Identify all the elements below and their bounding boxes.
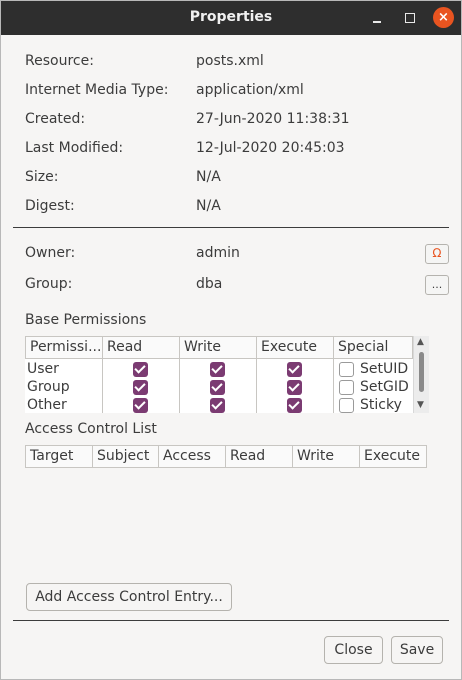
group-execute-checkbox[interactable]: [287, 380, 302, 395]
scroll-down-icon[interactable]: ▼: [417, 400, 424, 410]
minimize-icon[interactable]: [367, 8, 387, 28]
user-read-checkbox[interactable]: [133, 362, 148, 377]
column-divider: [102, 359, 103, 413]
close-button[interactable]: Close: [324, 636, 383, 664]
created-label: Created:: [25, 111, 86, 127]
other-read-checkbox[interactable]: [133, 398, 148, 413]
digest-value: N/A: [196, 198, 221, 214]
acl-title: Access Control List: [25, 421, 157, 437]
select-group-button[interactable]: ...: [425, 275, 449, 295]
user-execute-checkbox[interactable]: [287, 362, 302, 377]
sticky-checkbox[interactable]: [339, 398, 354, 413]
perm-row-other[interactable]: Other: [27, 397, 67, 413]
base-permissions-title: Base Permissions: [25, 312, 147, 328]
acl-col-execute[interactable]: Execute: [359, 445, 427, 468]
scroll-up-icon[interactable]: ▲: [417, 337, 424, 347]
col-header-permission[interactable]: Permissi...: [25, 336, 103, 359]
col-header-read[interactable]: Read: [102, 336, 180, 359]
acl-col-write[interactable]: Write: [292, 445, 360, 468]
owner-label: Owner:: [25, 245, 76, 261]
owner-value: admin: [196, 245, 240, 261]
save-button[interactable]: Save: [391, 636, 443, 664]
permissions-scrollbar[interactable]: ▲ ▼: [413, 336, 429, 413]
acl-col-access[interactable]: Access: [158, 445, 226, 468]
resource-value: posts.xml: [196, 53, 264, 69]
media-type-value: application/xml: [196, 82, 304, 98]
select-owner-button[interactable]: Ω: [425, 244, 449, 264]
title-bar[interactable]: Properties ×: [1, 1, 461, 35]
column-divider: [179, 359, 180, 413]
column-divider: [256, 359, 257, 413]
column-divider: [333, 359, 334, 413]
acl-col-read[interactable]: Read: [225, 445, 293, 468]
setgid-checkbox[interactable]: [339, 380, 354, 395]
footer-separator: [13, 620, 449, 621]
sticky-label: Sticky: [360, 397, 402, 413]
last-modified-label: Last Modified:: [25, 140, 124, 156]
properties-window: Properties × Resource: posts.xml Interne…: [0, 0, 462, 680]
user-icon: Ω: [432, 246, 442, 260]
group-value: dba: [196, 276, 223, 292]
group-read-checkbox[interactable]: [133, 380, 148, 395]
group-label: Group:: [25, 276, 73, 292]
perm-row-group[interactable]: Group: [27, 379, 70, 395]
digest-label: Digest:: [25, 198, 75, 214]
size-label: Size:: [25, 169, 59, 185]
setuid-label: SetUID: [360, 361, 409, 377]
perm-row-user[interactable]: User: [27, 361, 59, 377]
scroll-thumb[interactable]: [419, 352, 424, 392]
separator: [13, 227, 449, 228]
user-write-checkbox[interactable]: [210, 362, 225, 377]
col-header-special[interactable]: Special: [333, 336, 413, 359]
size-value: N/A: [196, 169, 221, 185]
created-value: 27-Jun-2020 11:38:31: [196, 111, 350, 127]
add-acl-entry-button[interactable]: Add Access Control Entry...: [26, 583, 232, 611]
group-write-checkbox[interactable]: [210, 380, 225, 395]
last-modified-value: 12-Jul-2020 20:45:03: [196, 140, 345, 156]
col-header-write[interactable]: Write: [179, 336, 257, 359]
col-header-execute[interactable]: Execute: [256, 336, 334, 359]
resource-label: Resource:: [25, 53, 94, 69]
window-title: Properties: [189, 9, 273, 25]
close-window-icon[interactable]: ×: [433, 7, 454, 28]
other-execute-checkbox[interactable]: [287, 398, 302, 413]
other-write-checkbox[interactable]: [210, 398, 225, 413]
maximize-icon[interactable]: [400, 8, 420, 28]
media-type-label: Internet Media Type:: [25, 82, 169, 98]
setgid-label: SetGID: [360, 379, 409, 395]
acl-col-target[interactable]: Target: [25, 445, 93, 468]
setuid-checkbox[interactable]: [339, 362, 354, 377]
permissions-table: Permissi... Read Write Execute Special U…: [25, 336, 413, 413]
acl-col-subject[interactable]: Subject: [92, 445, 159, 468]
